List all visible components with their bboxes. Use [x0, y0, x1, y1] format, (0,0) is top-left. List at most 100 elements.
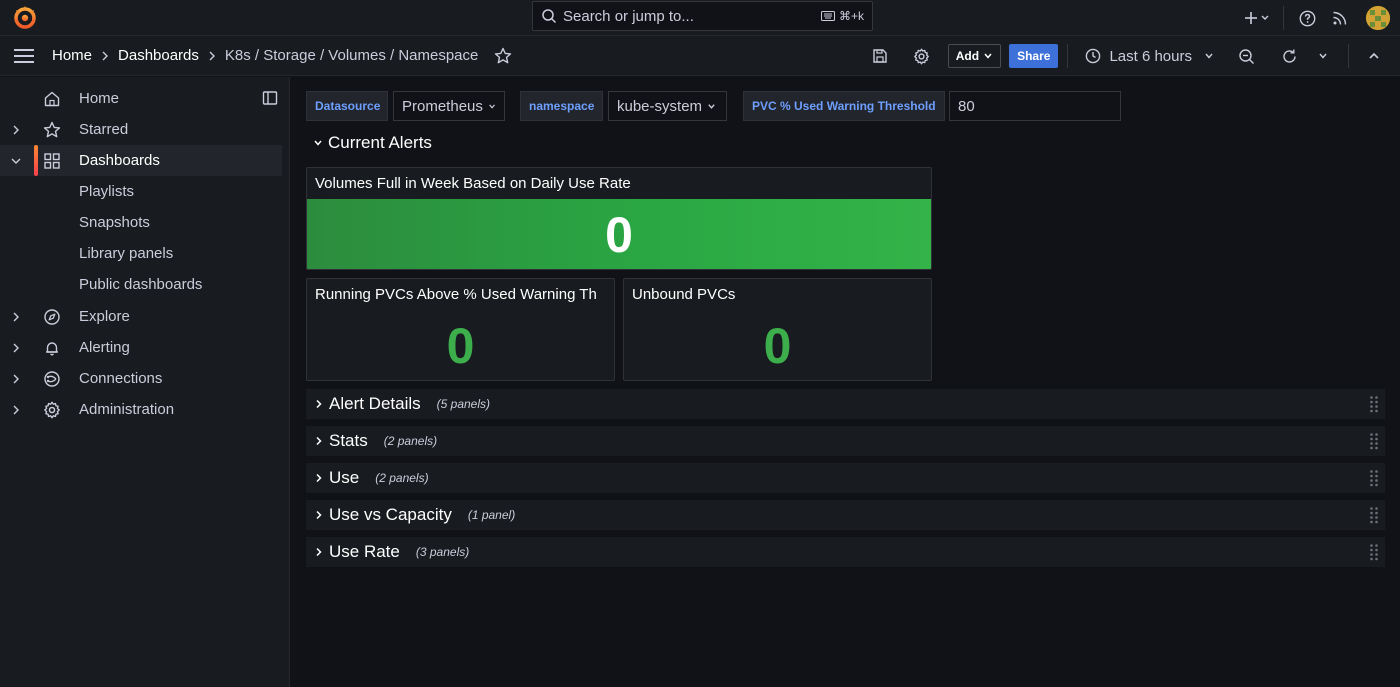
star-icon [43, 121, 61, 137]
sidebar-item-starred[interactable]: Starred [0, 114, 282, 145]
stat-value: 0 [307, 199, 931, 269]
home-icon [44, 91, 60, 106]
row-panel-count: (2 panels) [383, 434, 438, 448]
breadcrumb-dashboards[interactable]: Dashboards [118, 47, 199, 64]
help-button[interactable] [1292, 3, 1322, 33]
drag-handle-icon[interactable] [1369, 506, 1379, 524]
time-range-picker[interactable]: Last 6 hours [1085, 48, 1214, 65]
top-divider [1283, 6, 1284, 30]
namespace-variable-select[interactable]: kube-system [608, 91, 727, 121]
row-panel-count: (5 panels) [436, 397, 491, 411]
sidebar-item-label: Public dashboards [79, 276, 203, 293]
dashboard-settings-gear-icon[interactable] [912, 46, 932, 66]
datasource-variable-select[interactable]: Prometheus [393, 91, 505, 121]
new-menu-button[interactable] [1239, 3, 1275, 33]
panel-running-pvcs-above-warning[interactable]: Running PVCs Above % Used Warning Th 0 [306, 278, 615, 381]
dashboard-actions: Add Share Last 6 hours [870, 36, 1400, 76]
row-panel-count: (1 panel) [467, 508, 516, 522]
chevron-right-icon [316, 547, 322, 557]
panel-volumes-full-in-week[interactable]: Volumes Full in Week Based on Daily Use … [306, 167, 932, 270]
sidebar-item-label: Dashboards [79, 152, 160, 169]
chevron-down-icon[interactable] [10, 155, 22, 167]
sidebar-item-public-dashboards[interactable]: Public dashboards [0, 269, 282, 300]
row-panel-count: (2 panels) [375, 471, 429, 485]
row-panel-count: (3 panels) [415, 545, 470, 559]
search-shortcut-text: ⌘+k [838, 9, 864, 23]
datasource-variable-label: Datasource [306, 91, 388, 121]
grafana-logo-icon[interactable] [12, 4, 38, 30]
search-placeholder: Search or jump to... [563, 7, 694, 25]
collapse-chevron-up-icon[interactable] [1364, 46, 1384, 66]
chevron-down-icon [984, 53, 992, 59]
chevron-right-icon[interactable] [10, 342, 22, 354]
search-bar[interactable]: Search or jump to... ⌘+k [532, 1, 873, 31]
dashboard-content: Datasource Prometheus namespace kube-sys… [291, 77, 1400, 687]
drag-handle-icon[interactable] [1369, 543, 1379, 561]
refresh-icon[interactable] [1279, 46, 1299, 66]
refresh-interval-chevron-down-icon[interactable] [1313, 46, 1333, 66]
panel-unbound-pvcs[interactable]: Unbound PVCs 0 [623, 278, 932, 381]
drag-handle-icon[interactable] [1369, 432, 1379, 450]
panel-title: Unbound PVCs [632, 286, 736, 303]
add-button[interactable]: Add [947, 44, 1002, 68]
sidebar-item-dashboards[interactable]: Dashboards [0, 145, 282, 176]
sidebar-item-library-panels[interactable]: Library panels [0, 238, 282, 269]
chevron-right-icon [209, 51, 215, 60]
row-current-alerts-header[interactable]: Current Alerts [313, 133, 432, 153]
breadcrumb-current-dashboard: K8s / Storage / Volumes / Namespace [224, 47, 479, 64]
time-range-label: Last 6 hours [1109, 47, 1192, 65]
chevron-right-icon [316, 436, 322, 446]
sidebar-item-playlists[interactable]: Playlists [0, 176, 282, 207]
sidebar-item-administration[interactable]: Administration [0, 394, 282, 425]
breadcrumb-home[interactable]: Home [52, 47, 92, 64]
row-title: Stats [329, 431, 368, 450]
chevron-down-icon [314, 140, 322, 146]
threshold-variable-input[interactable]: 80 [949, 91, 1121, 121]
side-menu: Home Starred Dashboards Playlists Snapsh… [0, 77, 290, 687]
sidebar-item-label: Starred [79, 121, 129, 138]
row-alert-details[interactable]: Alert Details (5 panels) [306, 389, 1385, 419]
menu-toggle-icon[interactable] [13, 45, 35, 67]
namespace-variable-label: namespace [520, 91, 603, 121]
mark-as-favorite-star-icon[interactable] [494, 47, 512, 65]
breadcrumb: Home Dashboards K8s / Storage / Volumes … [52, 47, 478, 64]
chevron-right-icon [316, 473, 322, 483]
search-icon [541, 8, 557, 24]
plus-icon [1245, 12, 1269, 24]
drag-handle-icon[interactable] [1369, 395, 1379, 413]
sidebar-item-explore[interactable]: Explore [0, 301, 282, 332]
chevron-down-icon [489, 103, 495, 109]
datasource-variable-value: Prometheus [402, 97, 483, 115]
row-use-vs-capacity[interactable]: Use vs Capacity (1 panel) [306, 500, 1385, 530]
chevron-right-icon [102, 51, 109, 60]
chevron-right-icon [316, 399, 322, 409]
row-stats[interactable]: Stats (2 panels) [306, 426, 1385, 456]
grid-icon [44, 152, 60, 169]
rss-icon [1332, 11, 1346, 25]
sidebar-item-alerting[interactable]: Alerting [0, 332, 282, 363]
user-avatar[interactable] [1366, 6, 1390, 30]
top-bar: Search or jump to... ⌘+k [0, 0, 1400, 36]
chevron-right-icon[interactable] [10, 404, 22, 416]
chevron-right-icon[interactable] [10, 373, 22, 385]
sidebar-item-label: Explore [79, 308, 130, 325]
row-use[interactable]: Use (2 panels) [306, 463, 1385, 493]
row-use-rate[interactable]: Use Rate (3 panels) [306, 537, 1385, 567]
keyboard-icon [820, 11, 835, 21]
zoom-out-icon[interactable] [1236, 46, 1256, 66]
bell-icon [46, 341, 58, 355]
gear-icon [44, 401, 60, 418]
chevron-right-icon[interactable] [10, 311, 22, 323]
row-title: Use [329, 468, 360, 487]
chevron-right-icon[interactable] [10, 124, 22, 136]
sidebar-item-snapshots[interactable]: Snapshots [0, 207, 282, 238]
sidebar-item-label: Administration [79, 401, 175, 418]
sidebar-item-connections[interactable]: Connections [0, 363, 282, 394]
sidebar-item-home[interactable]: Home [0, 83, 282, 114]
search-shortcut: ⌘+k [820, 9, 864, 23]
news-button[interactable] [1322, 3, 1356, 33]
drag-handle-icon[interactable] [1369, 469, 1379, 487]
share-button[interactable]: Share [1009, 44, 1059, 68]
save-dashboard-icon[interactable] [870, 46, 890, 66]
top-right-actions [1239, 0, 1400, 36]
